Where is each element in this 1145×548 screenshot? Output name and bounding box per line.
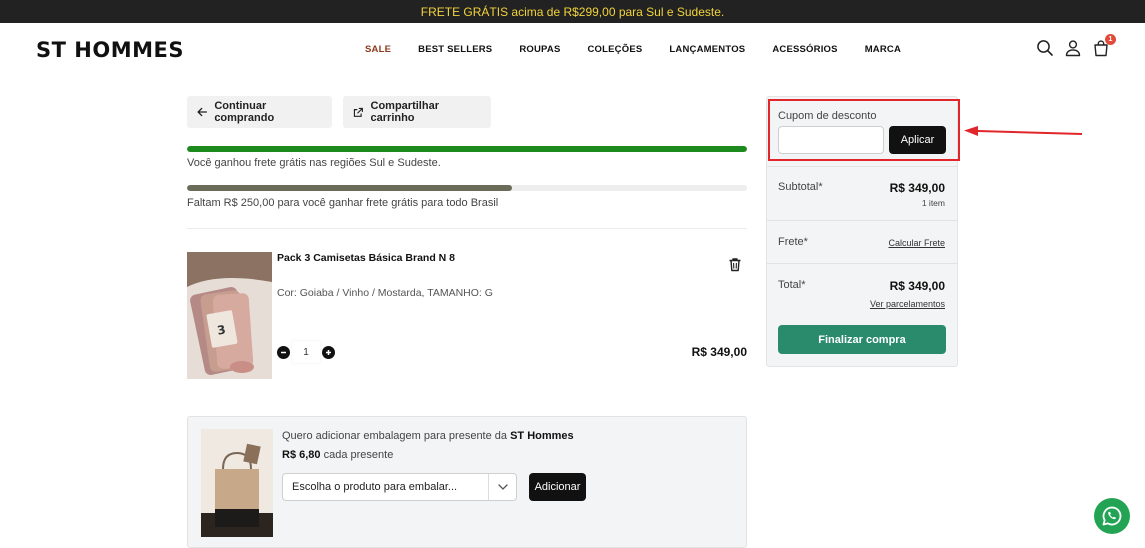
brazil-shipping-progress-fill — [187, 185, 512, 191]
product-variant: Cor: Goiaba / Vinho / Mostarda, TAMANHO:… — [277, 287, 493, 299]
summary-divider — [767, 166, 957, 167]
trash-icon[interactable] — [728, 257, 742, 277]
gift-wrap-add-button[interactable]: Adicionar — [529, 473, 586, 501]
total-label: Total* — [778, 279, 806, 291]
summary-divider — [767, 220, 957, 221]
plus-icon[interactable] — [322, 345, 335, 359]
shipping-label: Frete* — [778, 236, 808, 248]
brazil-shipping-text: Faltam R$ 250,00 para você ganhar frete … — [187, 197, 499, 209]
gift-wrap-product-select[interactable]: Escolha o produto para embalar... — [282, 473, 517, 501]
gift-wrap-price-line: R$ 6,80 cada presente — [282, 449, 393, 461]
gift-wrap-title-text: Quero adicionar embalagem para presente … — [282, 430, 508, 442]
promo-text: FRETE GRÁTIS acima de R$299,00 para Sul … — [420, 4, 725, 19]
continue-shopping-label: Continuar comprando — [214, 100, 275, 124]
arrow-left-icon — [197, 107, 208, 117]
user-icon[interactable] — [1064, 39, 1082, 57]
total-value: R$ 349,00 — [889, 279, 945, 293]
arrow-annotation — [964, 126, 1083, 136]
main-nav: SALE BEST SELLERS ROUPAS COLEÇÕES LANÇAM… — [365, 44, 928, 55]
minus-icon[interactable] — [277, 345, 290, 359]
whatsapp-icon[interactable] — [1094, 498, 1130, 534]
bag-icon[interactable]: 1 — [1092, 34, 1116, 57]
nav-item-colecoes[interactable]: COLEÇÕES — [587, 44, 642, 55]
nav-item-best-sellers[interactable]: BEST SELLERS — [418, 44, 492, 55]
promo-bar: FRETE GRÁTIS acima de R$299,00 para Sul … — [0, 0, 1145, 23]
product-image[interactable]: 3 — [187, 252, 272, 379]
share-cart-label: Compartilhar carrinho — [370, 100, 439, 124]
nav-item-sale[interactable]: SALE — [365, 44, 391, 55]
coupon-input[interactable] — [778, 126, 884, 154]
nav-item-lancamentos[interactable]: LANÇAMENTOS — [669, 44, 745, 55]
cart-count-badge: 1 — [1105, 34, 1116, 45]
quantity-stepper: 1 — [277, 341, 335, 363]
section-divider — [187, 228, 747, 229]
gift-wrap-price: R$ 6,80 — [282, 449, 321, 461]
brazil-shipping-progress — [187, 185, 747, 191]
share-cart-button[interactable]: Compartilhar carrinho — [343, 96, 491, 128]
site-header: ST HOMMES SALE BEST SELLERS ROUPAS COLEÇ… — [0, 23, 1145, 77]
header-icons: 1 — [1036, 34, 1116, 57]
product-name[interactable]: Pack 3 Camisetas Básica Brand N 8 — [277, 252, 455, 264]
gift-wrap-image — [201, 429, 273, 537]
nav-item-roupas[interactable]: ROUPAS — [519, 44, 560, 55]
subtotal-label: Subtotal* — [778, 181, 823, 193]
coupon-label: Cupom de desconto — [778, 110, 877, 122]
gift-wrap-section: Quero adicionar embalagem para presente … — [187, 416, 747, 548]
product-price: R$ 349,00 — [691, 345, 747, 359]
site-logo[interactable]: ST HOMMES — [36, 38, 184, 62]
search-icon[interactable] — [1036, 39, 1054, 57]
nav-item-acessorios[interactable]: ACESSÓRIOS — [772, 44, 837, 55]
checkout-button[interactable]: Finalizar compra — [778, 325, 946, 354]
quantity-input[interactable]: 1 — [292, 341, 320, 363]
subtotal-items: 1 item — [921, 198, 945, 208]
apply-coupon-button[interactable]: Aplicar — [889, 126, 946, 154]
region-shipping-text: Você ganhou frete grátis nas regiões Sul… — [187, 157, 441, 169]
gift-wrap-select-value: Escolha o produto para embalar... — [292, 481, 458, 493]
share-icon — [353, 107, 363, 117]
gift-wrap-brand: ST Hommes — [510, 430, 574, 442]
continue-shopping-button[interactable]: Continuar comprando — [187, 96, 332, 128]
chevron-down-icon — [488, 474, 516, 500]
region-shipping-progress — [187, 146, 747, 152]
calculate-shipping-link[interactable]: Calcular Frete — [888, 238, 945, 248]
region-shipping-progress-fill — [187, 146, 747, 152]
installments-link[interactable]: Ver parcelamentos — [870, 299, 945, 309]
gift-wrap-title: Quero adicionar embalagem para presente … — [282, 430, 574, 442]
nav-item-marca[interactable]: MARCA — [865, 44, 901, 55]
gift-wrap-price-suffix: cada presente — [323, 449, 394, 461]
summary-divider — [767, 263, 957, 264]
subtotal-value: R$ 349,00 — [889, 181, 945, 195]
